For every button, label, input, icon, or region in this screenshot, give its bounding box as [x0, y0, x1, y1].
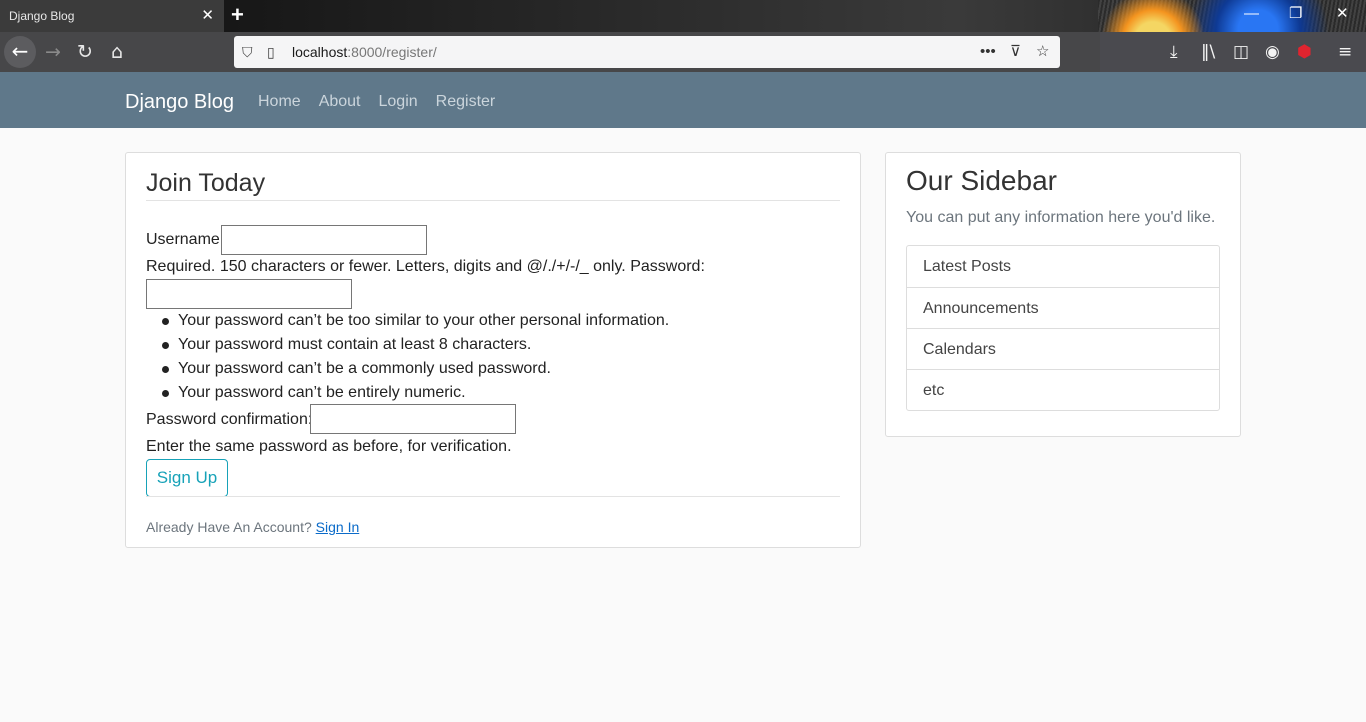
sidebar-item-announcements[interactable]: Announcements	[907, 287, 1219, 328]
password-confirm-input[interactable]	[310, 404, 516, 434]
tab-title: Django Blog	[9, 9, 75, 23]
library-icon[interactable]: ‖\	[1201, 41, 1215, 63]
sidebar-item-calendars[interactable]: Calendars	[907, 328, 1219, 369]
more-icon[interactable]: •••	[980, 36, 996, 68]
username-label: Username:	[146, 231, 225, 248]
url-text[interactable]: localhost:8000/register/	[292, 36, 437, 68]
password-label: Password:	[630, 258, 705, 275]
page-icon[interactable]: ▯	[267, 36, 275, 68]
confirm-help: Enter the same password as before, for v…	[146, 438, 512, 455]
site-brand[interactable]: Django Blog	[125, 72, 234, 128]
new-tab-icon[interactable]: +	[231, 2, 244, 28]
forward-arrow-icon[interactable]: →	[42, 40, 64, 64]
download-icon[interactable]: ⤓	[1170, 41, 1178, 63]
nav-link-login[interactable]: Login	[379, 72, 418, 128]
list-item: Your password can’t be entirely numeric.	[146, 381, 669, 405]
list-item: Your password must contain at least 8 ch…	[146, 333, 669, 357]
password-help-list: Your password can’t be too similar to yo…	[146, 309, 669, 405]
nav-link-register[interactable]: Register	[436, 72, 496, 128]
password-input[interactable]	[146, 279, 352, 309]
username-help: Required. 150 characters or fewer. Lette…	[146, 258, 626, 275]
confirm-label: Password confirmation:	[146, 411, 313, 428]
sidebar-card: Our Sidebar You can put any information …	[885, 152, 1241, 437]
pocket-icon[interactable]: ⊽	[1010, 36, 1021, 68]
already-text: Already Have An Account?	[146, 519, 312, 535]
sidebar-list: Latest Posts Announcements Calendars etc	[906, 245, 1220, 411]
site-nav-links: Home About Login Register	[258, 72, 495, 128]
lock-icon[interactable]: ⬢	[1297, 41, 1312, 63]
url-host: localhost	[292, 44, 348, 60]
url-path: :8000/register/	[347, 44, 437, 60]
list-item: Your password can’t be a commonly used p…	[146, 357, 669, 381]
home-icon[interactable]: ⌂	[106, 40, 128, 64]
sidebar-icon[interactable]: ◫	[1233, 41, 1249, 63]
register-card: Join Today Username: Required. 150 chara…	[125, 152, 861, 548]
username-input[interactable]	[221, 225, 427, 255]
menu-icon[interactable]: ≡	[1338, 41, 1352, 63]
close-tab-icon[interactable]: ✕	[201, 0, 214, 32]
site-navbar: Django Blog Home About Login Register	[0, 72, 1366, 128]
browser-toolbar: ← → ↻ ⌂ ⛉ ▯ localhost:8000/register/ •••…	[0, 32, 1366, 72]
window-close-icon[interactable]: ✕	[1336, 4, 1349, 24]
sidebar-item-latest-posts[interactable]: Latest Posts	[907, 246, 1219, 287]
username-help-row: Required. 150 characters or fewer. Lette…	[146, 258, 705, 276]
reload-icon[interactable]: ↻	[74, 40, 96, 64]
sidebar-description: You can put any information here you'd l…	[906, 209, 1216, 226]
divider	[146, 496, 840, 497]
nav-link-about[interactable]: About	[319, 72, 361, 128]
account-icon[interactable]: ◉	[1265, 41, 1280, 63]
address-bar[interactable]: ⛉ ▯ localhost:8000/register/ ••• ⊽ ☆	[234, 36, 1060, 68]
shield-icon[interactable]: ⛉	[242, 36, 253, 68]
sidebar-title: Our Sidebar	[906, 165, 1057, 196]
browser-tab-strip: Django Blog ✕ + — ❐ ✕	[0, 0, 1366, 72]
sign-up-button[interactable]: Sign Up	[146, 459, 228, 497]
restore-icon[interactable]: ❐	[1289, 4, 1302, 24]
signin-prompt: Already Have An Account? Sign In	[146, 519, 359, 535]
nav-link-home[interactable]: Home	[258, 72, 301, 128]
sidebar-item-etc[interactable]: etc	[907, 369, 1219, 410]
browser-tab[interactable]: Django Blog ✕	[0, 0, 224, 32]
form-legend: Join Today	[146, 167, 840, 201]
star-icon[interactable]: ☆	[1036, 36, 1049, 68]
sign-in-link[interactable]: Sign In	[316, 519, 360, 535]
back-arrow-icon[interactable]: ←	[4, 36, 36, 68]
list-item: Your password can’t be too similar to yo…	[146, 309, 669, 333]
minimize-icon[interactable]: —	[1244, 4, 1259, 24]
